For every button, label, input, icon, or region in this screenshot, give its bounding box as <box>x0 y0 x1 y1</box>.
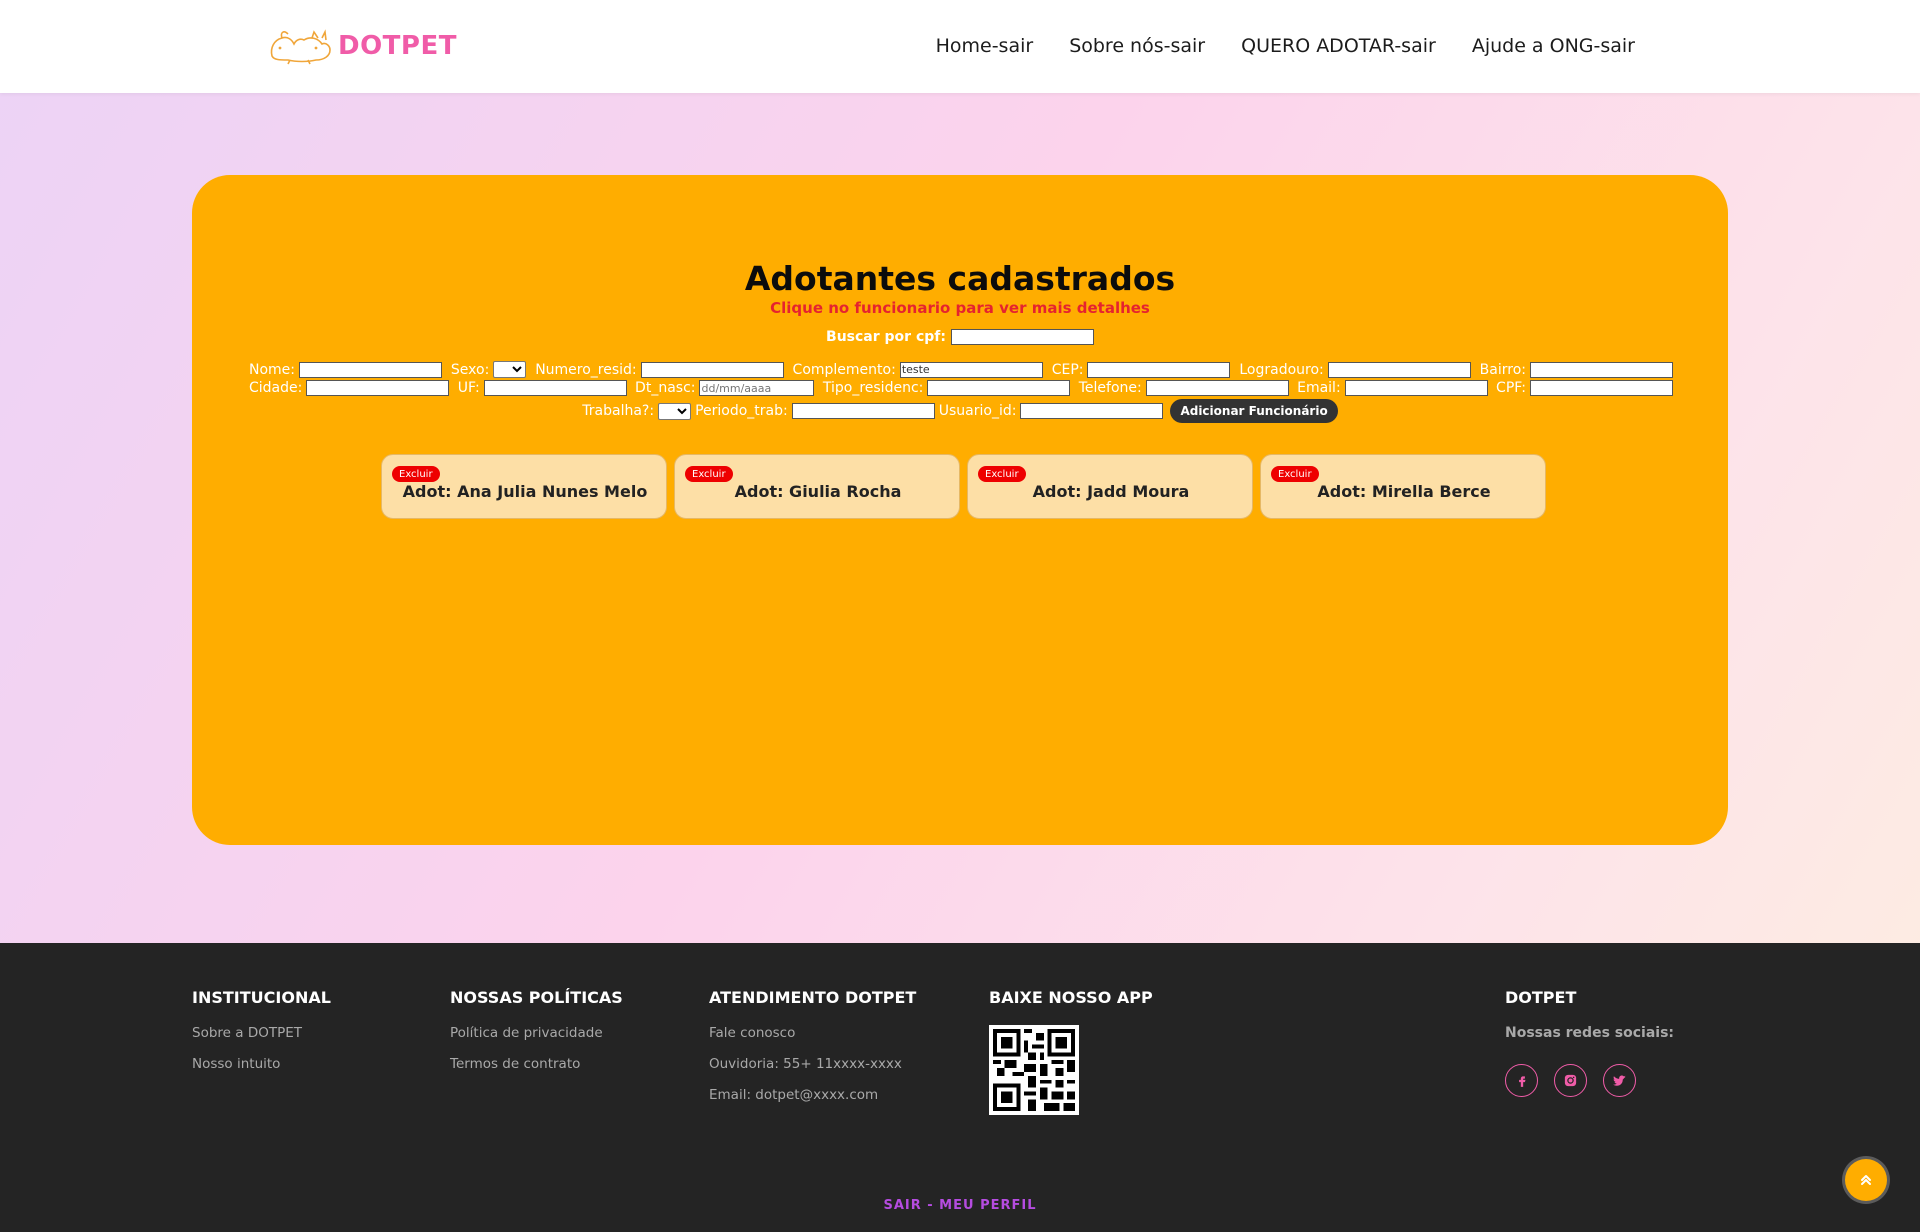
cpf-label: CPF: <box>1496 380 1526 396</box>
scroll-to-top-button[interactable] <box>1845 1159 1887 1201</box>
page-subtitle: Clique no funcionario para ver mais deta… <box>770 299 1150 317</box>
footer: INSTITUCIONAL Sobre a DOTPET Nosso intui… <box>0 943 1920 1232</box>
cpf-search: Buscar por cpf: <box>192 329 1728 345</box>
footer-link-fale-conosco[interactable]: Fale conosco <box>709 1025 916 1041</box>
footer-col-app: BAIXE NOSSO APP <box>989 988 1153 1115</box>
adopter-name: Adot: Jadd Moura <box>1032 482 1190 501</box>
sexo-label: Sexo: <box>450 361 490 378</box>
bairro-label: Bairro: <box>1479 361 1526 378</box>
delete-button[interactable]: Excluir <box>978 466 1026 482</box>
nav-sobre-nos[interactable]: Sobre nós-sair <box>1069 35 1205 57</box>
adopters-panel: Adotantes cadastrados Clique no funciona… <box>192 175 1728 845</box>
numero-resid-input[interactable] <box>640 361 784 378</box>
adopter-card[interactable]: Excluir Adot: Ana Julia Nunes Melo <box>381 454 667 519</box>
qr-code-icon[interactable] <box>989 1025 1079 1115</box>
adopter-card[interactable]: Excluir Adot: Mirella Berce <box>1260 454 1546 519</box>
tipo-residenc-label: Tipo_residenc: <box>822 380 924 396</box>
delete-button[interactable]: Excluir <box>392 466 440 482</box>
adopters-list: Excluir Adot: Ana Julia Nunes Melo Exclu… <box>381 454 1546 519</box>
cidade-input[interactable] <box>306 380 450 396</box>
periodo-trab-label: Periodo_trab: <box>695 403 788 419</box>
uf-input[interactable] <box>483 380 627 396</box>
footer-link-intuito[interactable]: Nosso intuito <box>192 1056 331 1072</box>
footer-heading: INSTITUCIONAL <box>192 988 331 1007</box>
trabalha-select[interactable] <box>658 402 692 420</box>
footer-link-privacidade[interactable]: Política de privacidade <box>450 1025 623 1041</box>
logo-text: DOTPET <box>338 31 457 61</box>
tipo-residenc-input[interactable] <box>927 380 1071 396</box>
footer-text-email: Email: dotpet@xxxx.com <box>709 1087 879 1103</box>
footer-col-atendimento: ATENDIMENTO DOTPET Fale conosco Ouvidori… <box>709 988 916 1118</box>
nav-ajude-ong[interactable]: Ajude a ONG-sair <box>1472 35 1635 57</box>
nav-quero-adotar[interactable]: QUERO ADOTAR-sair <box>1241 35 1436 57</box>
telefone-input[interactable] <box>1145 380 1289 396</box>
page-title: Adotantes cadastrados <box>744 259 1176 298</box>
main-nav: Home-sair Sobre nós-sair QUERO ADOTAR-sa… <box>936 35 1635 57</box>
dog-cat-logo-icon <box>270 29 331 65</box>
instagram-icon[interactable] <box>1554 1064 1587 1097</box>
sexo-select[interactable] <box>493 361 527 378</box>
footer-col-institucional: INSTITUCIONAL Sobre a DOTPET Nosso intui… <box>192 988 331 1087</box>
footer-col-politicas: NOSSAS POLÍTICAS Política de privacidade… <box>450 988 623 1087</box>
footer-col-dotpet: DOTPET Nossas redes sociais: <box>1505 988 1674 1097</box>
cidade-label: Cidade: <box>249 380 303 396</box>
nome-label: Nome: <box>249 361 296 378</box>
footer-heading: ATENDIMENTO DOTPET <box>709 988 917 1007</box>
cpf-search-label: Buscar por cpf: <box>826 329 946 345</box>
numero-resid-label: Numero_resid: <box>535 361 637 378</box>
uf-label: UF: <box>457 380 480 396</box>
dt-nasc-label: Dt_nasc: <box>635 380 696 396</box>
chevron-up-double-icon <box>1861 1175 1871 1185</box>
email-label: Email: <box>1297 380 1341 396</box>
complemento-input[interactable] <box>899 361 1043 378</box>
logo[interactable]: DOTPET <box>268 26 457 66</box>
adopter-name: Adot: Ana Julia Nunes Melo <box>402 482 648 501</box>
twitter-icon[interactable] <box>1603 1064 1636 1097</box>
facebook-icon[interactable] <box>1505 1064 1538 1097</box>
usuario-id-label: Usuario_id: <box>938 403 1017 419</box>
footer-heading: BAIXE NOSSO APP <box>989 988 1153 1007</box>
bairro-input[interactable] <box>1530 361 1673 378</box>
nome-input[interactable] <box>299 361 443 378</box>
cpf-search-input[interactable] <box>950 329 1094 345</box>
form-row-2: Cidade: UF: Dt_nasc: Tipo_residenc: Tele… <box>249 380 1673 396</box>
adopter-name: Adot: Mirella Berce <box>1317 482 1491 501</box>
form-row-3: Trabalha?: Periodo_trab: Usuario_id: Adi… <box>192 399 1728 423</box>
adopter-card[interactable]: Excluir Adot: Giulia Rocha <box>674 454 960 519</box>
adopter-card[interactable]: Excluir Adot: Jadd Moura <box>967 454 1253 519</box>
add-employee-button[interactable]: Adicionar Funcionário <box>1170 399 1338 423</box>
nav-home[interactable]: Home-sair <box>936 35 1034 57</box>
footer-heading: DOTPET <box>1505 988 1577 1007</box>
cep-label: CEP: <box>1051 361 1084 378</box>
trabalha-label: Trabalha?: <box>582 403 655 419</box>
logout-profile-link[interactable]: SAIR - MEU PERFIL <box>0 1198 1920 1213</box>
footer-link-sobre[interactable]: Sobre a DOTPET <box>192 1025 331 1041</box>
delete-button[interactable]: Excluir <box>685 466 733 482</box>
footer-text-ouvidoria: Ouvidoria: 55+ 11xxxx-xxxx <box>709 1056 902 1072</box>
periodo-trab-input[interactable] <box>791 403 935 419</box>
footer-link-termos[interactable]: Termos de contrato <box>450 1056 623 1072</box>
delete-button[interactable]: Excluir <box>1271 466 1319 482</box>
logradouro-label: Logradouro: <box>1239 361 1324 378</box>
telefone-label: Telefone: <box>1078 380 1142 396</box>
dt-nasc-input[interactable] <box>699 380 815 396</box>
adopter-name: Adot: Giulia Rocha <box>734 482 902 501</box>
form-row-1: Nome: Sexo: Numero_resid: Complemento: C… <box>249 361 1673 378</box>
complemento-label: Complemento: <box>792 361 896 378</box>
social-label: Nossas redes sociais: <box>1505 1025 1675 1041</box>
logradouro-input[interactable] <box>1327 361 1471 378</box>
cep-input[interactable] <box>1087 361 1231 378</box>
cpf-input[interactable] <box>1529 380 1673 396</box>
usuario-id-input[interactable] <box>1020 403 1164 419</box>
social-links <box>1505 1064 1674 1097</box>
email-input[interactable] <box>1344 380 1488 396</box>
footer-heading: NOSSAS POLÍTICAS <box>450 988 623 1007</box>
top-navbar: DOTPET Home-sair Sobre nós-sair QUERO AD… <box>0 0 1920 93</box>
